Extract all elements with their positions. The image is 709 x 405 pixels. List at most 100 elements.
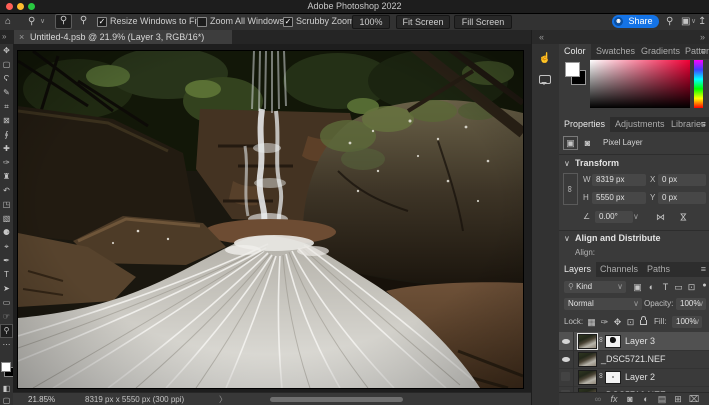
align-collapse-chevron-icon[interactable]: ∨	[564, 233, 570, 245]
transform-section-title[interactable]: Transform	[575, 158, 619, 168]
zoom-tool-icon[interactable]: ⚲	[28, 15, 35, 28]
export-icon[interactable]: ↥	[698, 15, 706, 28]
flip-vertical-icon[interactable]: ⋈	[677, 211, 690, 223]
canvas-photo-waterfall[interactable]	[17, 50, 524, 389]
status-chevron-icon[interactable]: 〉	[219, 393, 227, 405]
close-tab-icon[interactable]: ×	[19, 30, 24, 44]
y-field[interactable]: 0 px	[658, 192, 706, 204]
dock-collapse-left-icon[interactable]: «	[539, 30, 544, 44]
tab-paths[interactable]: Paths	[642, 262, 675, 277]
lasso-tool-button[interactable]: Ϛ	[0, 72, 13, 86]
filter-pin-toggle-icon[interactable]: ●	[698, 280, 709, 292]
layer-thumbnail[interactable]	[578, 334, 597, 349]
add-layer-mask-icon[interactable]: ◙	[623, 393, 637, 405]
filter-shape-layers-icon[interactable]: ▭	[672, 281, 685, 293]
tab-swatches[interactable]: Swatches	[591, 44, 640, 59]
filter-type-layers-icon[interactable]: T	[659, 281, 672, 293]
layer-name[interactable]: Layer 2	[625, 368, 655, 386]
rotation-field[interactable]: 0.00°	[595, 211, 633, 223]
width-field[interactable]: 8319 px	[592, 174, 646, 186]
fill-field[interactable]: 100% ∨	[672, 316, 702, 328]
lock-image-icon[interactable]: ✑	[598, 316, 611, 328]
layer-row-dsc5721[interactable]: _DSC5721.NEF	[559, 350, 709, 369]
zoom-tool-preset-chevron-icon[interactable]: ∨	[40, 15, 45, 28]
move-tool-button[interactable]: ✥	[0, 44, 13, 58]
new-group-icon[interactable]: ▤	[655, 393, 669, 405]
fit-screen-button[interactable]: Fit Screen	[396, 15, 450, 29]
tab-color[interactable]: Color	[559, 44, 591, 59]
eyedropper-tool-button[interactable]: ∮	[0, 128, 13, 142]
delete-layer-icon[interactable]: ⌧	[687, 393, 701, 405]
tab-properties[interactable]: Properties	[559, 117, 610, 132]
pixel-layer-image-icon[interactable]: ▣	[564, 137, 577, 149]
fill-screen-button[interactable]: Fill Screen	[454, 15, 512, 29]
history-brush-tool-button[interactable]: ↶	[0, 184, 13, 198]
pixel-layer-mask-icon[interactable]: ◙	[581, 137, 594, 149]
zoom-all-windows-checkbox[interactable]	[197, 17, 207, 27]
filter-smart-objects-icon[interactable]: ⊡	[685, 281, 698, 293]
foreground-color-swatch[interactable]	[1, 362, 11, 372]
document-tab[interactable]: × Untitled-4.psb @ 21.9% (Layer 3, RGB/1…	[14, 30, 232, 44]
lock-transparency-icon[interactable]: ▦	[585, 316, 598, 328]
color-panel-foreground-swatch[interactable]	[565, 62, 580, 77]
layer-mask-thumbnail[interactable]	[605, 335, 621, 348]
tab-gradients[interactable]: Gradients	[636, 44, 685, 59]
dock-collapse-right-icon[interactable]: »	[700, 30, 705, 44]
home-icon[interactable]: ⌂	[5, 15, 11, 28]
zoom-in-button[interactable]: ⚲	[55, 14, 72, 29]
visibility-toggle[interactable]	[559, 350, 574, 368]
scrubby-zoom-checkbox[interactable]: ✓	[283, 17, 293, 27]
hue-slider[interactable]	[694, 60, 703, 108]
opacity-field[interactable]: 100% ∨	[676, 298, 706, 310]
type-tool-button[interactable]: T	[0, 268, 13, 282]
visibility-toggle[interactable]	[559, 368, 574, 386]
filter-adjustment-layers-icon[interactable]: ◐	[645, 281, 658, 293]
workspace-icon[interactable]: ▣	[681, 15, 690, 28]
horizontal-scrollbar[interactable]	[270, 397, 403, 402]
blur-tool-button[interactable]: ⚈	[0, 226, 13, 240]
transform-collapse-chevron-icon[interactable]: ∨	[564, 158, 570, 170]
share-button[interactable]: ☻ Share	[612, 15, 659, 28]
rotation-chevron-icon[interactable]: ∨	[633, 211, 639, 223]
search-icon[interactable]: ⚲	[666, 15, 673, 28]
clone-stamp-tool-button[interactable]: ♜	[0, 170, 13, 184]
brush-tool-button[interactable]: ✑	[0, 156, 13, 170]
layer-mask-thumbnail[interactable]	[605, 371, 621, 384]
screen-mode-button[interactable]: ▢	[0, 394, 13, 405]
shape-tool-button[interactable]: ▭	[0, 296, 13, 310]
zoom-level[interactable]: 21.85%	[28, 393, 55, 405]
blend-mode-dropdown[interactable]: Normal ∨	[564, 298, 642, 310]
align-section-title[interactable]: Align and Distribute	[575, 233, 661, 243]
canvas-area[interactable]	[13, 44, 531, 392]
comments-panel-icon[interactable]	[538, 72, 552, 86]
frame-tool-button[interactable]: ⊠	[0, 114, 13, 128]
filter-pixel-layers-icon[interactable]: ▣	[631, 281, 644, 293]
new-layer-icon[interactable]: ⊞	[671, 393, 685, 405]
flip-horizontal-icon[interactable]: ⋈	[654, 211, 667, 223]
tab-layers[interactable]: Layers	[559, 262, 596, 277]
new-adjustment-layer-icon[interactable]: ◐	[639, 393, 653, 405]
link-dimensions-icon[interactable]: ∞	[564, 174, 577, 204]
toolbar-collapse-icon[interactable]: »	[2, 30, 6, 44]
quick-selection-tool-button[interactable]: ✎	[0, 86, 13, 100]
layer-filter-kind-dropdown[interactable]: ⚲ Kind ∨	[564, 281, 626, 293]
healing-brush-tool-button[interactable]: ✚	[0, 142, 13, 156]
zoom-100-button[interactable]: 100%	[352, 15, 390, 29]
edit-toolbar-button[interactable]: ⋯	[0, 338, 13, 352]
path-selection-tool-button[interactable]: ➤	[0, 282, 13, 296]
tab-channels[interactable]: Channels	[595, 262, 643, 277]
lock-all-icon[interactable]	[637, 315, 650, 327]
layer-name[interactable]: Layer 3	[625, 332, 655, 350]
zoom-out-button[interactable]: ⚲	[75, 14, 92, 29]
marquee-tool-button[interactable]: ▢	[0, 58, 13, 72]
layer-name[interactable]: _DSC5721.NEF	[601, 350, 666, 368]
hand-tool-button[interactable]: ☞	[0, 310, 13, 324]
crop-tool-button[interactable]: ⌗	[0, 100, 13, 114]
resize-windows-to-fit-checkbox[interactable]: ✓	[97, 17, 107, 27]
tab-adjustments[interactable]: Adjustments	[610, 117, 670, 132]
dodge-tool-button[interactable]: ⌖	[0, 240, 13, 254]
layers-panel-menu-icon[interactable]: ≡	[701, 262, 706, 277]
lock-position-icon[interactable]: ✥	[611, 316, 624, 328]
workspace-chevron-icon[interactable]: ∨	[691, 15, 696, 28]
layer-row-layer2[interactable]: ∞ Layer 2	[559, 368, 709, 387]
